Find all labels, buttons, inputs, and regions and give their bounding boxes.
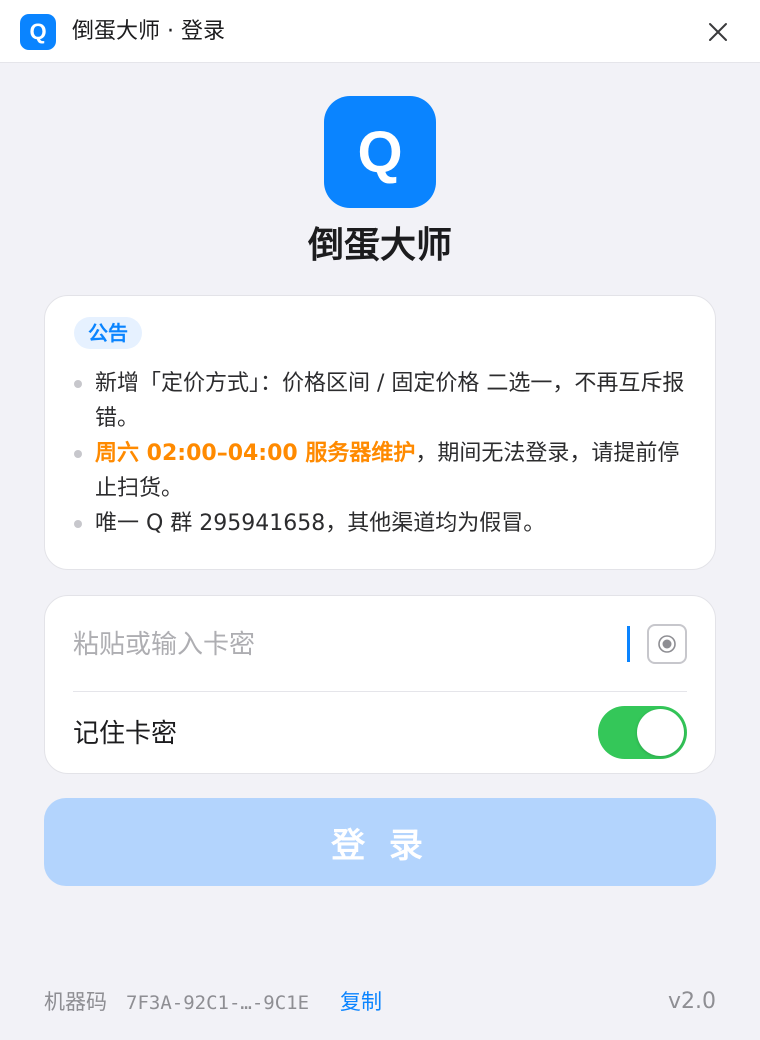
app-name: 倒蛋大师: [307, 225, 452, 266]
title-bar: Q 倒蛋大师 · 登录: [0, 0, 760, 63]
form-divider: [73, 691, 687, 692]
remember-key-label: 记住卡密: [73, 719, 178, 749]
reveal-key-button[interactable]: [647, 624, 687, 664]
login-form-card: 记住卡密: [44, 595, 716, 774]
notice-card: 公告 新增「定价方式」：价格区间 / 固定价格 二选一，不再互斥报错。 周六 0…: [44, 295, 716, 570]
window-title: 倒蛋大师 · 登录: [72, 19, 225, 44]
notice-item-text: 唯一 Q 群 295941658，其他渠道均为假冒。: [95, 511, 546, 536]
remember-key-toggle[interactable]: [598, 706, 687, 759]
eye-icon: [658, 635, 676, 653]
notice-item: 唯一 Q 群 295941658，其他渠道均为假冒。: [73, 506, 693, 541]
card-key-input[interactable]: [73, 620, 613, 670]
login-button[interactable]: 登 录: [44, 798, 716, 886]
toggle-knob: [637, 709, 684, 756]
close-button[interactable]: [702, 16, 734, 48]
copy-machine-code-link[interactable]: 复制: [340, 987, 382, 1017]
notice-list: 新增「定价方式」：价格区间 / 固定价格 二选一，不再互斥报错。 周六 02:0…: [73, 366, 693, 541]
notice-item-highlight: 周六 02:00–04:00 服务器维护: [95, 441, 416, 466]
text-caret: [627, 626, 630, 662]
notice-item: 新增「定价方式」：价格区间 / 固定价格 二选一，不再互斥报错。: [73, 366, 693, 436]
notice-badge: 公告: [74, 317, 142, 349]
app-logo: Q: [324, 96, 436, 208]
version-label: v2.0: [667, 989, 716, 1014]
close-icon: [709, 23, 727, 41]
machine-code-value: 7F3A-92C1-…-9C1E: [126, 992, 310, 1014]
machine-code-label: 机器码: [44, 990, 107, 1014]
notice-item: 周六 02:00–04:00 服务器维护，期间无法登录，请提前停止扫货。: [73, 436, 693, 506]
app-logo-small: Q: [20, 14, 56, 50]
notice-item-text: 新增「定价方式」：价格区间 / 固定价格 二选一，不再互斥报错。: [95, 371, 685, 431]
